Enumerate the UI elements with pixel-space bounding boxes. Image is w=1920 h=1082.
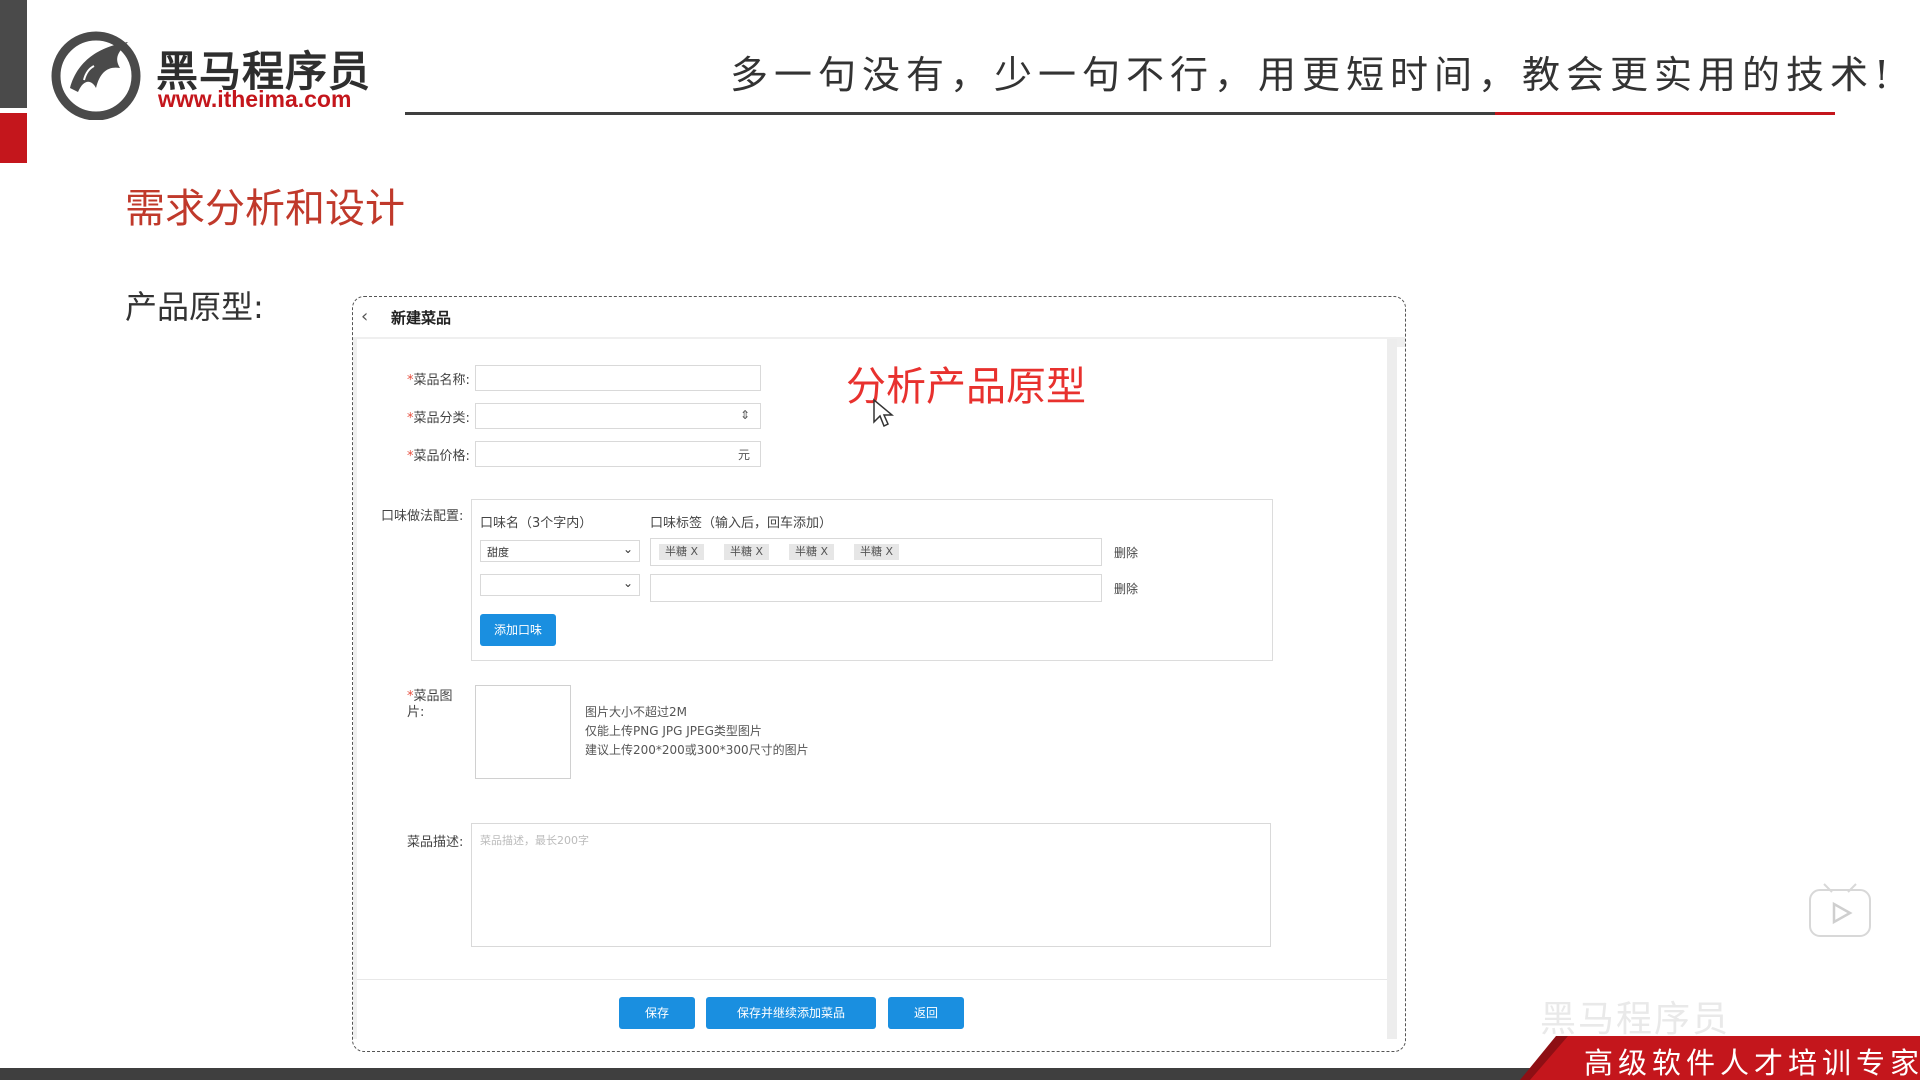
slogan: 多一句没有，少一句不行，用更短时间，教会更实用的技术!: [730, 53, 1896, 97]
tag-close-icon[interactable]: X: [691, 545, 699, 558]
left-edge-accent: [0, 113, 27, 163]
dish-description-label: 菜品描述:: [407, 835, 464, 850]
flavor-name-header: 口味名（3个字内）: [480, 516, 593, 531]
video-play-icon[interactable]: [1806, 880, 1874, 940]
flavor-tags-input[interactable]: [650, 574, 1102, 602]
tag-close-icon[interactable]: X: [756, 545, 764, 558]
dish-name-label: *菜品名称:: [407, 373, 470, 388]
flavor-tags-input[interactable]: 半糖 X 半糖 X 半糖 X 半糖 X: [650, 538, 1102, 566]
chevron-down-icon: ⌄: [622, 576, 633, 590]
flavor-tag: 半糖 X: [724, 544, 770, 560]
dish-image-label: *菜品图 片:: [407, 689, 453, 720]
back-button[interactable]: 返回: [888, 997, 964, 1029]
form-footer-divider: [357, 979, 1387, 980]
dish-description-textarea[interactable]: 菜品描述，最长200字: [471, 823, 1271, 947]
horse-logo-icon: [51, 31, 141, 120]
tag-close-icon[interactable]: X: [886, 545, 894, 558]
chevron-down-icon: ⌄: [622, 542, 633, 556]
dish-price-input[interactable]: 元: [475, 441, 761, 467]
save-and-continue-button[interactable]: 保存并继续添加菜品: [706, 997, 876, 1029]
flavor-config-panel: 口味名（3个字内） 口味标签（输入后，回车添加） 甜度 ⌄ 半糖 X 半糖 X …: [471, 499, 1273, 661]
dish-category-label: *菜品分类:: [407, 411, 470, 426]
flavor-name-value: 甜度: [487, 546, 509, 559]
left-edge-bar: [0, 0, 27, 108]
brand-url: www.itheima.com: [158, 86, 352, 112]
page-title: 需求分析和设计: [125, 186, 405, 232]
prototype-title: 新建菜品: [391, 309, 452, 327]
dish-form: *菜品名称: *菜品分类: ⇕ *菜品价格: 元 口味做法配置: 口味名（3个字…: [353, 339, 1397, 1039]
footer-tagline: 高级软件人才培训专家: [1584, 1046, 1920, 1080]
prototype-header: ‹ 新建菜品: [353, 297, 1405, 338]
select-arrows-icon: ⇕: [739, 408, 750, 422]
tag-close-icon[interactable]: X: [821, 545, 829, 558]
back-chevron-icon[interactable]: ‹: [361, 306, 368, 327]
watermark: 黑马程序员: [1540, 999, 1731, 1040]
image-hints: 图片大小不超过2M 仅能上传PNG JPG JPEG类型图片 建议上传200*2…: [585, 705, 809, 757]
flavor-tag: 半糖 X: [789, 544, 835, 560]
price-unit: 元: [737, 448, 750, 462]
description-placeholder: 菜品描述，最长200字: [480, 834, 589, 847]
delete-flavor-link[interactable]: 删除: [1114, 580, 1138, 597]
save-button[interactable]: 保存: [619, 997, 695, 1029]
image-upload-box[interactable]: [475, 685, 571, 779]
dish-price-label: *菜品价格:: [407, 449, 470, 464]
section-label: 产品原型:: [125, 288, 264, 326]
dish-name-input[interactable]: [475, 365, 761, 391]
flavor-name-select[interactable]: 甜度 ⌄: [480, 540, 640, 562]
flavor-tag: 半糖 X: [659, 544, 705, 560]
dish-category-select[interactable]: ⇕: [475, 403, 761, 429]
flavor-name-select[interactable]: ⌄: [480, 574, 640, 596]
header-divider-accent: [1495, 112, 1835, 115]
flavor-tags-header: 口味标签（输入后，回车添加）: [650, 516, 833, 531]
flavor-tag: 半糖 X: [854, 544, 900, 560]
mouse-cursor-icon: [873, 398, 894, 428]
add-flavor-button[interactable]: 添加口味: [480, 614, 556, 646]
delete-flavor-link[interactable]: 删除: [1114, 544, 1138, 561]
flavor-config-label: 口味做法配置:: [381, 509, 464, 524]
brand-logo: 黑马程序员 www.itheima.com: [48, 28, 378, 120]
